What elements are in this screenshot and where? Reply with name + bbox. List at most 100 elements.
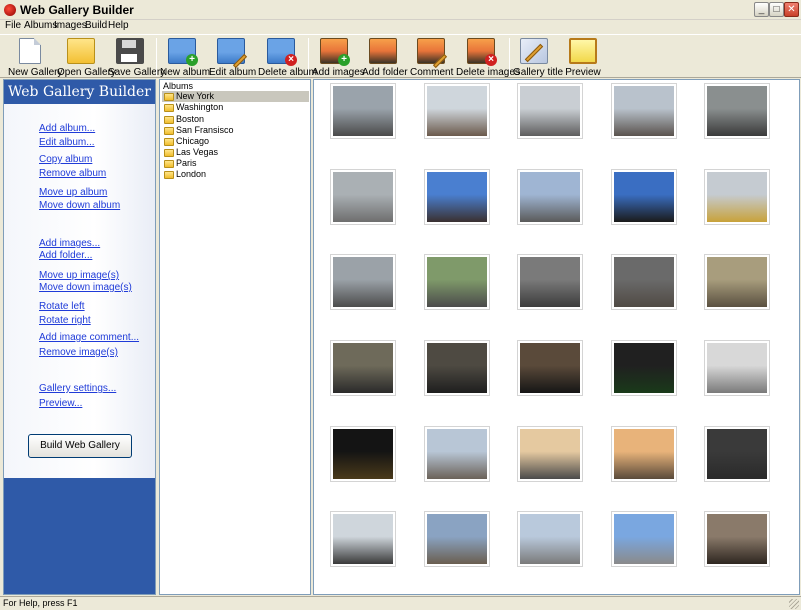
folder-icon [164, 127, 174, 135]
photo-image [707, 257, 767, 307]
add-image-comment-link[interactable]: Add image comment... [39, 332, 139, 343]
status-text: For Help, press F1 [3, 598, 78, 608]
tree-item-london[interactable]: London [162, 169, 309, 180]
menu-help[interactable]: Help [108, 20, 129, 31]
tree-item-new-york[interactable]: New York [162, 91, 309, 102]
thumbnail-17[interactable] [424, 340, 490, 396]
tree-item-chicago[interactable]: Chicago [162, 136, 309, 147]
gallery-settings-link[interactable]: Gallery settings... [39, 383, 116, 394]
thumbnail-10[interactable] [704, 169, 770, 225]
folder-icon [164, 93, 174, 101]
menu-build[interactable]: Build [85, 20, 107, 31]
thumbnail-29[interactable] [611, 511, 677, 567]
tree-item-san-fransisco[interactable]: San Fransisco [162, 125, 309, 136]
thumbnail-14[interactable] [611, 254, 677, 310]
thumbnail-30[interactable] [704, 511, 770, 567]
thumbnail-7[interactable] [424, 169, 490, 225]
close-button[interactable]: ✕ [784, 2, 799, 17]
photo-image [707, 86, 767, 136]
save-gallery-button[interactable]: Save Gallery [108, 35, 165, 79]
thumbnail-13[interactable] [517, 254, 583, 310]
thumbnail-11[interactable] [330, 254, 396, 310]
remove-album-link[interactable]: Remove album [39, 168, 106, 179]
thumbnail-4[interactable] [611, 83, 677, 139]
remove-images-link[interactable]: Remove image(s) [39, 347, 118, 358]
photo-image [520, 172, 580, 222]
add-images-icon: + [320, 38, 350, 66]
photo-image [707, 172, 767, 222]
move-down-album-link[interactable]: Move down album [39, 200, 120, 211]
menu-images[interactable]: Images [54, 20, 87, 31]
thumbnail-12[interactable] [424, 254, 490, 310]
thumbnail-27[interactable] [424, 511, 490, 567]
thumbnail-21[interactable] [330, 426, 396, 482]
tree-item-boston[interactable]: Boston [162, 114, 309, 125]
menu-file[interactable]: File [5, 20, 21, 31]
thumbnail-8[interactable] [517, 169, 583, 225]
thumbnail-6[interactable] [330, 169, 396, 225]
resize-grip[interactable] [789, 599, 799, 609]
add-folder-button[interactable]: Add folder [362, 35, 408, 79]
add-images-link[interactable]: Add images... [39, 238, 100, 249]
photo-image [520, 86, 580, 136]
thumbnail-1[interactable] [330, 83, 396, 139]
menu-albums[interactable]: Albums [24, 20, 57, 31]
thumbnail-18[interactable] [517, 340, 583, 396]
move-up-album-link[interactable]: Move up album [39, 187, 107, 198]
open-folder-icon [67, 38, 95, 64]
thumbnail-15[interactable] [704, 254, 770, 310]
move-up-images-link[interactable]: Move up image(s) [39, 270, 119, 281]
comment-button[interactable]: Comment [410, 35, 453, 79]
copy-album-link[interactable]: Copy album [39, 154, 92, 165]
thumbnail-23[interactable] [517, 426, 583, 482]
thumbnail-2[interactable] [424, 83, 490, 139]
new-gallery-button[interactable]: New Gallery [8, 35, 62, 79]
delete-album-button[interactable]: × Delete album [258, 35, 317, 79]
thumbnail-25[interactable] [704, 426, 770, 482]
brand-header: Web Gallery Builder [4, 80, 155, 104]
delete-images-button[interactable]: × Delete images [456, 35, 520, 79]
new-album-icon: + [168, 38, 198, 66]
add-images-button[interactable]: + Add images [312, 35, 365, 79]
photo-image [427, 514, 487, 564]
preview-button[interactable]: Preview [563, 35, 603, 79]
thumbnail-3[interactable] [517, 83, 583, 139]
panel-footer [4, 478, 155, 594]
thumbnail-5[interactable] [704, 83, 770, 139]
edit-album-link[interactable]: Edit album... [39, 137, 95, 148]
photo-image [614, 86, 674, 136]
thumbnail-28[interactable] [517, 511, 583, 567]
edit-album-button[interactable]: Edit album [209, 35, 256, 79]
open-gallery-button[interactable]: Open Gallery [57, 35, 116, 79]
tree-item-las-vegas[interactable]: Las Vegas [162, 147, 309, 158]
photo-image [333, 257, 393, 307]
build-web-gallery-button[interactable]: Build Web Gallery [28, 434, 132, 458]
minimize-button[interactable]: _ [754, 2, 769, 17]
rotate-left-link[interactable]: Rotate left [39, 301, 85, 312]
photo-image [427, 172, 487, 222]
photo-image [707, 429, 767, 479]
thumbnail-16[interactable] [330, 340, 396, 396]
photo-image [427, 429, 487, 479]
add-album-link[interactable]: Add album... [39, 123, 95, 134]
thumbnail-22[interactable] [424, 426, 490, 482]
thumbnail-19[interactable] [611, 340, 677, 396]
title-bar: Web Gallery Builder _ □ ✕ [0, 0, 801, 20]
gallery-title-button[interactable]: Gallery title [513, 35, 563, 79]
add-folder-link[interactable]: Add folder... [39, 250, 92, 261]
new-album-button[interactable]: + New album [160, 35, 210, 79]
toolbar: New Gallery Open Gallery Save Gallery + … [0, 34, 801, 78]
photo-image [427, 86, 487, 136]
tree-item-washington[interactable]: Washington [162, 102, 309, 113]
preview-link[interactable]: Preview... [39, 398, 82, 409]
thumbnail-9[interactable] [611, 169, 677, 225]
thumbnail-26[interactable] [330, 511, 396, 567]
thumbnail-24[interactable] [611, 426, 677, 482]
thumbnail-20[interactable] [704, 340, 770, 396]
rotate-right-link[interactable]: Rotate right [39, 315, 91, 326]
photo-image [333, 86, 393, 136]
tree-item-paris[interactable]: Paris [162, 158, 309, 169]
maximize-button[interactable]: □ [769, 2, 784, 17]
tree-root-label: Albums [163, 81, 194, 91]
move-down-images-link[interactable]: Move down image(s) [39, 282, 132, 293]
